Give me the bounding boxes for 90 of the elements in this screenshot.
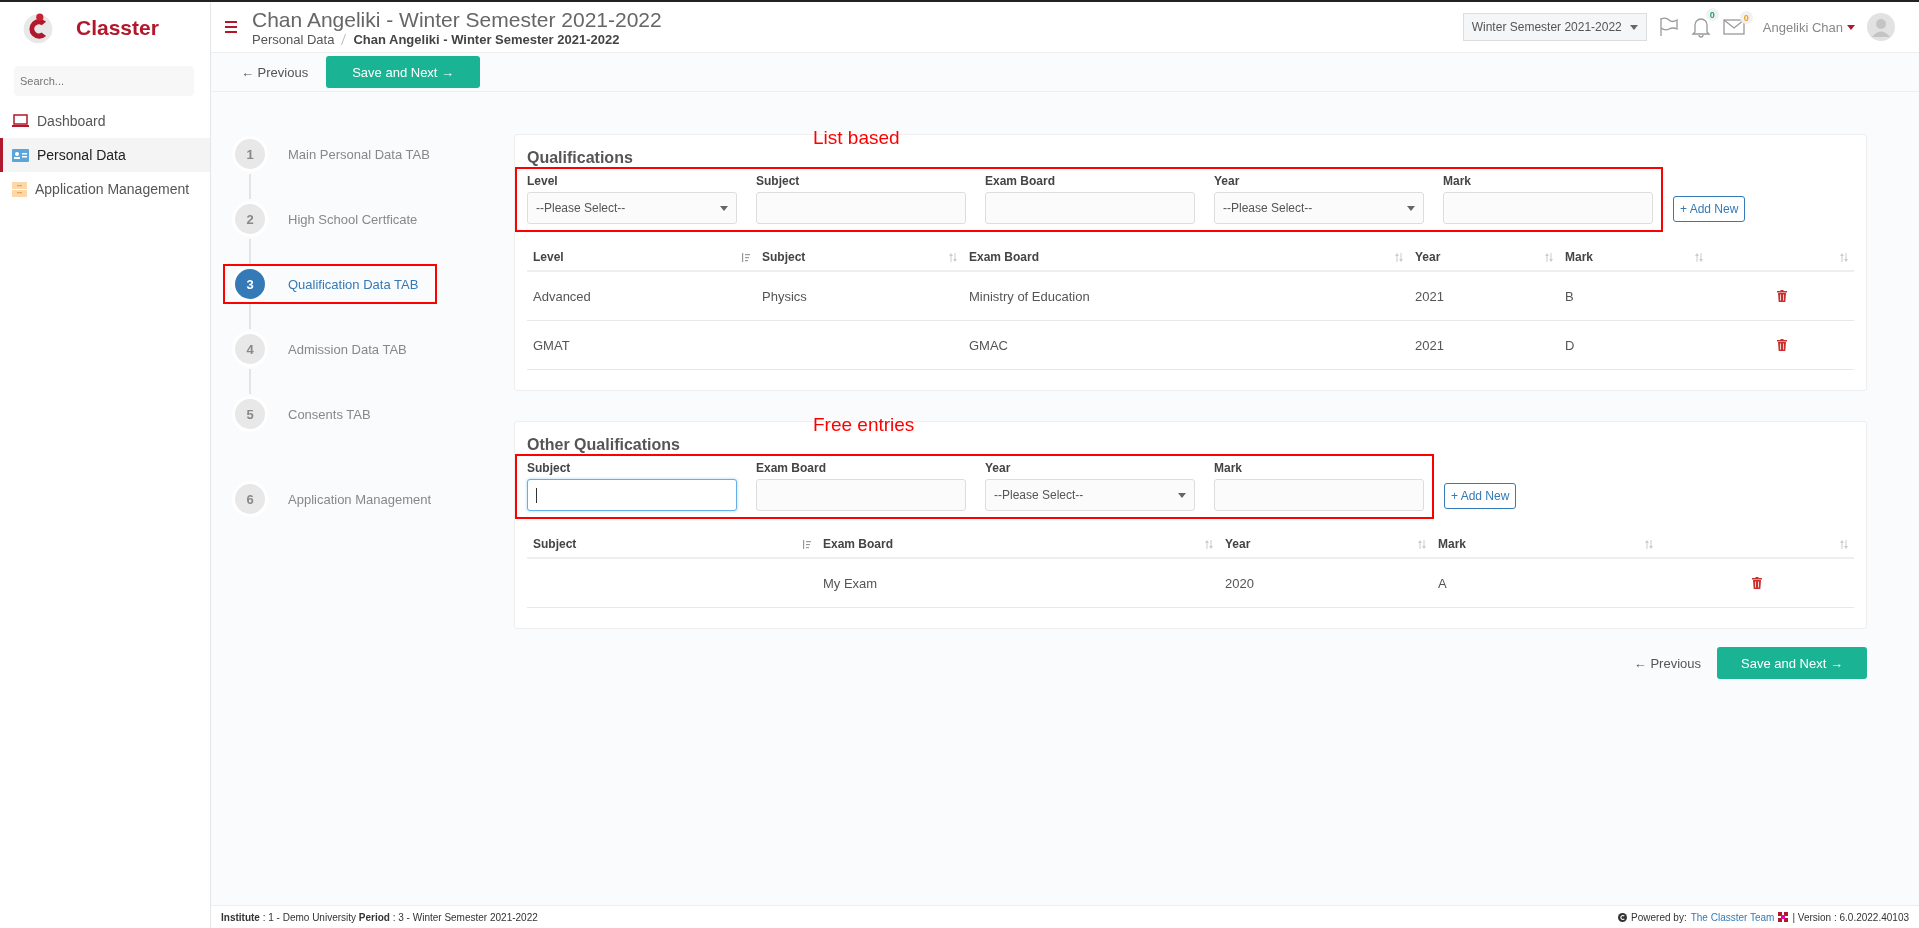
sort-icon[interactable] [949,252,957,262]
select-field[interactable]: --Please Select-- [527,192,737,224]
sort-icon[interactable] [1395,252,1403,262]
search-field[interactable]: Search... [14,66,194,96]
column-header[interactable]: Level [533,250,564,264]
field-label: Exam Board [756,461,828,475]
sorted-icon[interactable] [742,252,750,262]
table-cell: D [1565,337,1575,353]
previous-button[interactable]: ← Previous [1631,651,1703,675]
column-header[interactable]: Year [1225,537,1251,551]
column-header[interactable]: Exam Board [969,250,1040,264]
column-header[interactable]: Mark [1438,537,1466,551]
table-cell: B [1565,288,1574,304]
sidebar-item[interactable]: Application Management [0,172,210,206]
column-header[interactable]: Subject [533,537,577,551]
sort-icon[interactable] [1645,539,1653,549]
step-link[interactable]: Main Personal Data TAB [288,146,430,162]
sidebar-item[interactable]: Personal Data [0,138,210,172]
version-label: | Version : 6.0.2022.40103 [1792,911,1909,923]
delete-icon[interactable] [1776,339,1787,351]
table-cell: My Exam [823,575,878,591]
sort-icon[interactable] [1840,539,1848,549]
add-new-button[interactable]: + Add New [1444,482,1517,509]
column-header[interactable]: Mark [1565,250,1593,264]
caret-icon[interactable] [1847,24,1855,30]
sidebar-item[interactable]: Dashboard [0,104,210,138]
column-header[interactable]: Year [1415,250,1441,264]
sort-icon[interactable] [1545,252,1553,262]
field-label: Subject [527,461,572,475]
powered-by-label: Powered by: [1631,911,1687,923]
add-new-button[interactable]: + Add New [1673,195,1746,222]
annotation-label: List based [813,127,900,149]
table-cell: Advanced [533,288,591,304]
table-cell: Physics [762,288,807,304]
breadcrumb-link[interactable]: Personal Data [252,31,335,47]
step-link[interactable]: Admission Data TAB [288,341,407,357]
field-label: Exam Board [985,174,1057,188]
table-cell: 2021 [1415,337,1444,353]
user-menu[interactable]: Angeliki Chan [1762,19,1843,35]
section-title: Qualifications [527,149,633,167]
envelope-icon[interactable] [1722,19,1745,35]
breadcrumb-current: Chan Angeliki - Winter Semester 2021-2022 [353,31,620,47]
table-cell: 2020 [1225,575,1254,591]
delete-icon[interactable] [1751,577,1762,589]
select-field[interactable]: --Please Select-- [1214,192,1424,224]
brand-name: Classter [76,16,159,40]
cabinet-icon [12,181,27,197]
step-number[interactable]: 3 [235,269,265,299]
team-link[interactable]: The Classter Team [1690,911,1775,923]
annotation-label: Free entries [813,414,915,436]
table-cell: A [1438,575,1447,591]
sort-icon[interactable] [1418,539,1426,549]
bell-icon[interactable] [1690,16,1711,38]
footer-info: Institute : 1 - Demo University Period : 3 - Winter Semester 2021-2022 [221,911,538,923]
notification-badge: 0 [1705,8,1719,21]
step-link[interactable]: High School Certficate [288,211,418,227]
id-card-icon [12,148,29,162]
sorted-icon[interactable] [803,539,811,549]
input-field[interactable] [527,479,737,511]
column-header[interactable]: Subject [762,250,806,264]
field-label: Subject [756,174,801,188]
step-link[interactable]: Consents TAB [288,406,371,422]
avatar-icon[interactable] [1867,13,1895,41]
table-cell: GMAT [533,337,570,353]
laptop-icon [12,114,29,128]
message-badge: 0 [1739,11,1753,24]
select-field[interactable]: --Please Select-- [985,479,1195,511]
table-cell: GMAC [969,337,1008,353]
column-header[interactable]: Exam Board [823,537,894,551]
page-title: Chan Angeliki - Winter Semester 2021-2022 [252,7,662,32]
step-link[interactable]: Application Management [288,491,432,507]
field-label: Mark [1214,461,1243,475]
flag-icon[interactable] [1658,17,1679,37]
period-dropdown[interactable]: Winter Semester 2021-2022 [1462,13,1647,41]
sort-icon[interactable] [1840,252,1848,262]
table-cell: 2021 [1415,288,1444,304]
menu-icon[interactable] [225,21,237,33]
field-label: Year [985,461,1012,475]
field-label: Level [527,174,559,188]
sort-icon[interactable] [1205,539,1213,549]
classter-logo-icon [1778,912,1789,922]
delete-icon[interactable] [1776,290,1787,302]
copyright-icon [1618,912,1628,922]
field-label: Year [1214,174,1241,188]
field-label: Mark [1443,174,1472,188]
table-cell: Ministry of Education [969,288,1090,304]
previous-button[interactable]: ← Previous [239,60,311,84]
step-link[interactable]: Qualification Data TAB [288,276,419,292]
section-title: Other Qualifications [527,436,680,454]
sort-icon[interactable] [1695,252,1703,262]
